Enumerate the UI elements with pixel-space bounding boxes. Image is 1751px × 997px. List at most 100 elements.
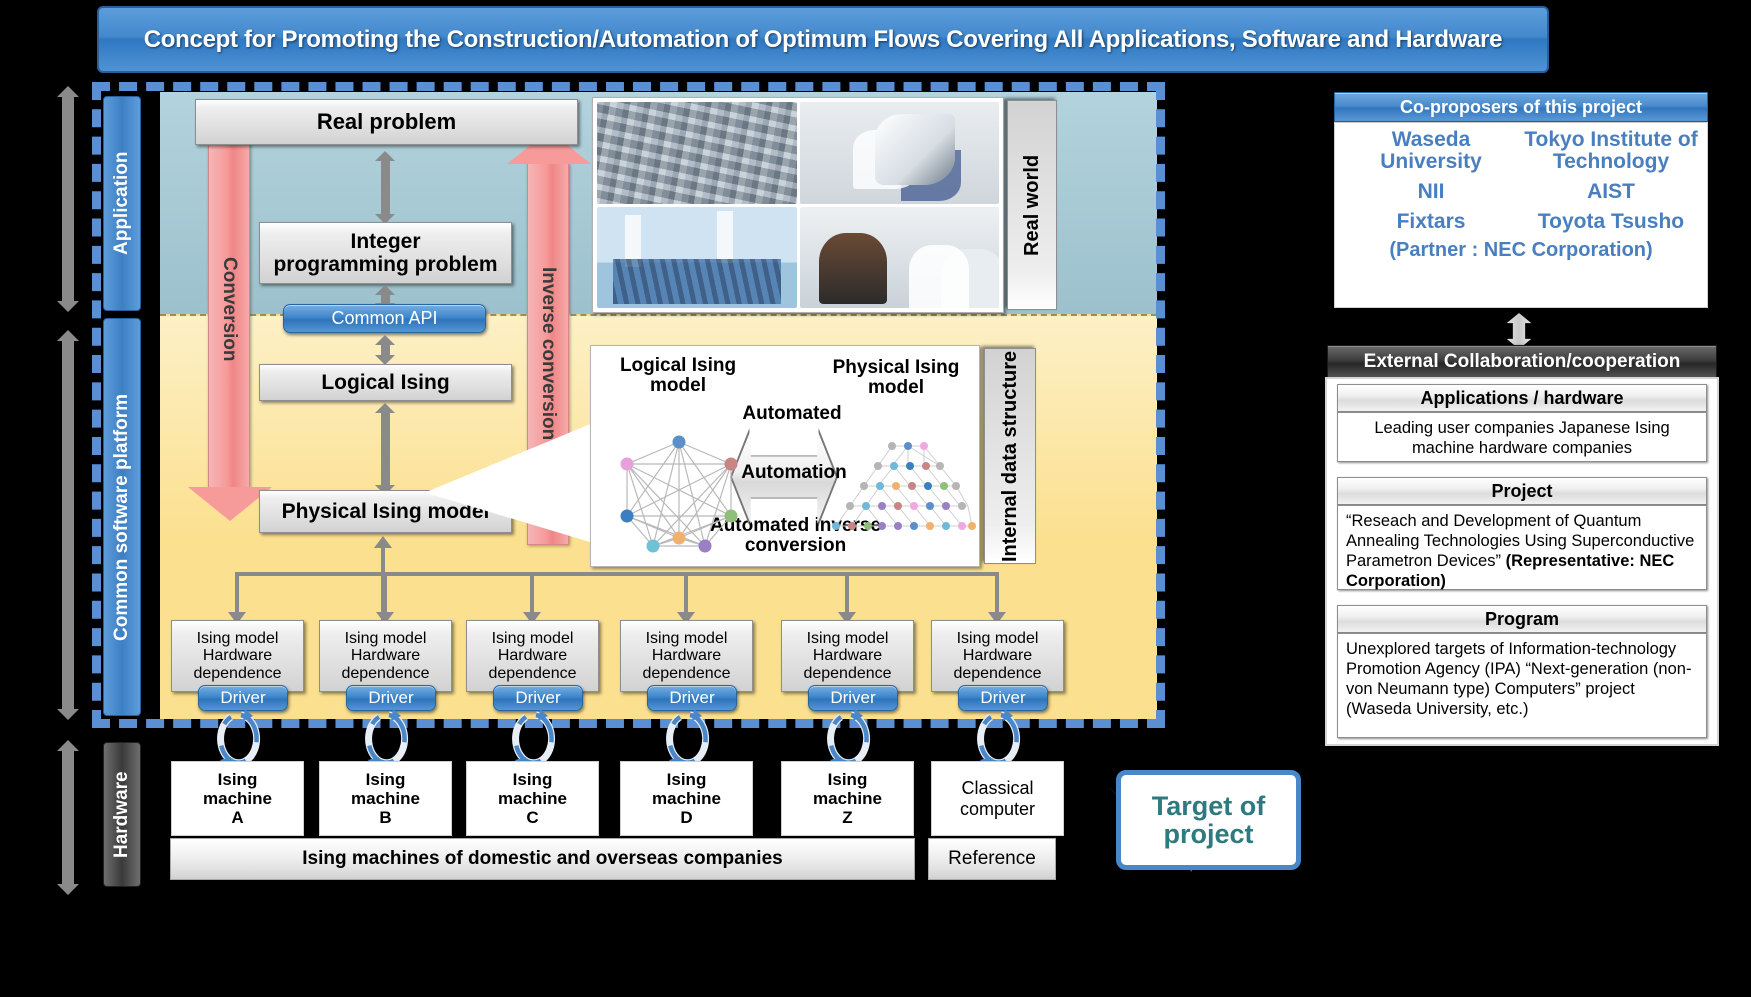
platform-scope-axis [57, 330, 79, 720]
hardware-machine-box-5[interactable]: Ising machine Z [781, 761, 914, 836]
coproposers-partner: (Partner : NEC Corporation) [1389, 239, 1653, 262]
external-section-project-body: “Reseach and Development of Quantum Anne… [1337, 505, 1707, 590]
ising-module-label-6: Ising model Hardware dependence [953, 629, 1042, 682]
ising-module-box-3[interactable]: Ising model Hardware dependence [466, 620, 599, 692]
traffic-photo [597, 102, 797, 204]
real-world-label-box: Real world [1007, 100, 1057, 310]
hardware-machine-box-6[interactable]: Classical computer [931, 761, 1064, 836]
robot-arm-photo [799, 102, 999, 204]
band-hardware: Hardware [103, 742, 141, 887]
page-title-text: Concept for Promoting the Construction/A… [143, 25, 1503, 53]
external-section-program-header: Program [1337, 605, 1707, 633]
external-section-applications-header: Applications / hardware [1337, 384, 1707, 412]
ising-module-label-3: Ising model Hardware dependence [488, 629, 577, 682]
hardware-machine-label-4: Ising machine D [652, 769, 721, 828]
coproposers-external-link-icon [1506, 313, 1532, 349]
arrow-real-to-integer [375, 151, 395, 224]
external-section-applications-text: Leading user companies Japanese Ising ma… [1374, 419, 1670, 458]
reference-footer-bar: Reference [928, 838, 1056, 880]
ising-machines-footer-bar: Ising machines of domestic and overseas … [170, 838, 915, 880]
integer-problem-label: Integer programming problem [273, 229, 498, 276]
hardware-machine-label-1: Ising machine A [203, 769, 272, 828]
coproposers-grid: Waseda University Tokyo Institute of Tec… [1335, 123, 1707, 233]
ising-module-box-5[interactable]: Ising model Hardware dependence [781, 620, 914, 692]
wind-turbine-photo [597, 206, 797, 308]
external-section-project-header: Project [1337, 477, 1707, 505]
physical-ising-label: Physical Ising model [281, 499, 490, 523]
coproposer-toyota-tsusho: Toyota Tsusho [1537, 210, 1685, 234]
arrow-api-to-logical [375, 335, 395, 365]
tree-stem-arrowhead-icon [374, 536, 392, 548]
laboratory-photo [799, 206, 999, 308]
ising-module-label-2: Ising model Hardware dependence [341, 629, 430, 682]
ising-module-box-6[interactable]: Ising model Hardware dependence [931, 620, 1064, 692]
reference-label: Reference [948, 848, 1036, 869]
logical-ising-graph [620, 435, 738, 553]
conversion-arrow: Conversion [188, 130, 272, 521]
hardware-machine-label-2: Ising machine B [351, 769, 420, 828]
automation-panel: Logical Ising model Physical Ising model… [590, 345, 980, 567]
ising-module-label-4: Ising model Hardware dependence [642, 629, 731, 682]
hardware-machine-box-2[interactable]: Ising machine B [319, 761, 452, 836]
band-application-label: Application [111, 151, 132, 256]
application-scope-axis [57, 86, 79, 312]
ising-machines-footer-label: Ising machines of domestic and overseas … [302, 848, 783, 869]
external-section-project-title: Project [1491, 480, 1553, 501]
band-application: Application [103, 96, 141, 311]
ising-module-label-5: Ising model Hardware dependence [803, 629, 892, 682]
coproposers-header-label: Co-proposers of this project [1399, 96, 1642, 117]
external-collaboration-header: External Collaboration/cooperation [1327, 345, 1717, 379]
hardware-machine-label-6: Classical computer [959, 778, 1036, 819]
coproposer-nii: NII [1417, 180, 1445, 204]
external-collaboration-header-label: External Collaboration/cooperation [1363, 351, 1681, 372]
automation-label: Automation [741, 462, 847, 483]
band-platform: Common software platform [103, 318, 141, 716]
target-of-project-callout: Target of project [1116, 770, 1301, 870]
tree-bus [235, 572, 997, 576]
page-title: Concept for Promoting the Construction/A… [97, 6, 1549, 73]
external-section-applications-title: Applications / hardware [1420, 387, 1624, 408]
hardware-machine-box-4[interactable]: Ising machine D [620, 761, 753, 836]
external-section-program-title: Program [1484, 608, 1560, 629]
real-problem-box[interactable]: Real problem [195, 99, 578, 145]
hardware-machine-box-1[interactable]: Ising machine A [171, 761, 304, 836]
band-hardware-label: Hardware [111, 771, 132, 858]
coproposer-titech: Tokyo Institute of Technology [1524, 128, 1698, 174]
internal-data-structure-label: Internal data structure [999, 350, 1021, 562]
conversion-arrow-label: Conversion [219, 256, 240, 362]
automated-label: Automated [742, 403, 842, 424]
coproposer-waseda: Waseda University [1380, 128, 1482, 174]
hardware-machine-label-5: Ising machine Z [813, 769, 882, 828]
internal-data-structure-label-box: Internal data structure [984, 348, 1036, 564]
hardware-scope-axis [57, 740, 79, 895]
real-world-photo-panel [592, 97, 1004, 313]
external-section-program-body: Unexplored targets of Information-techno… [1337, 633, 1707, 738]
coproposers-card: Waseda University Tokyo Institute of Tec… [1334, 122, 1708, 308]
ising-module-box-2[interactable]: Ising model Hardware dependence [319, 620, 452, 692]
arrow-logical-to-physical [375, 403, 395, 495]
real-problem-label: Real problem [316, 108, 457, 134]
hardware-machine-label-3: Ising machine C [498, 769, 567, 828]
ising-module-label-1: Ising model Hardware dependence [193, 629, 282, 682]
external-section-program-text: Unexplored targets of Information-techno… [1346, 640, 1692, 719]
coproposer-aist: AIST [1587, 180, 1635, 204]
inverse-conversion-arrow-label: Inverse conversion [538, 267, 559, 441]
logical-ising-label: Logical Ising [321, 370, 450, 394]
real-world-label: Real world [1021, 154, 1043, 256]
external-section-applications-body: Leading user companies Japanese Ising ma… [1337, 412, 1707, 462]
arrow-integer-to-api [375, 285, 395, 313]
ising-module-box-4[interactable]: Ising model Hardware dependence [620, 620, 753, 692]
common-api-label: Common API [331, 308, 438, 328]
coproposer-fixtars: Fixtars [1396, 210, 1466, 234]
target-of-project-label: Target of project [1151, 790, 1266, 849]
automation-logical-label: Logical Ising model [619, 355, 737, 396]
coproposers-header: Co-proposers of this project [1334, 92, 1708, 122]
band-platform-label: Common software platform [111, 393, 132, 641]
integer-problem-box[interactable]: Integer programming problem [259, 222, 512, 284]
ising-module-box-1[interactable]: Ising model Hardware dependence [171, 620, 304, 692]
logical-ising-box[interactable]: Logical Ising [259, 364, 512, 401]
hardware-machine-box-3[interactable]: Ising machine C [466, 761, 599, 836]
common-api-box[interactable]: Common API [283, 304, 486, 333]
automation-physical-label: Physical Ising model [832, 357, 960, 398]
physical-ising-lattice [832, 442, 976, 530]
